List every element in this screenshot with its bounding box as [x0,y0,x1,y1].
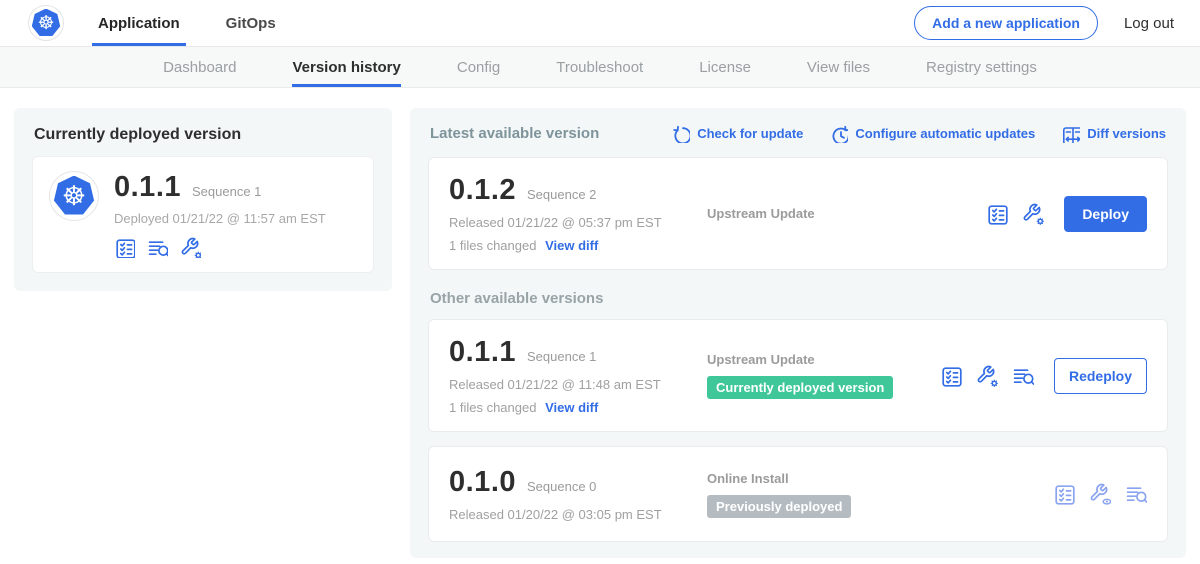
app-nav: Application GitOps [92,0,282,46]
subnav-tab-dashboard[interactable]: Dashboard [163,47,236,87]
version-row-0-1-2: 0.1.2 Sequence 2 Released 01/21/22 @ 05:… [428,157,1168,270]
version-number: 0.1.2 [449,174,516,207]
app-header: ☸ Application GitOps Add a new applicati… [0,0,1200,47]
view-diff-link[interactable]: View diff [545,400,598,415]
version-source-label: Upstream Update [707,352,940,367]
files-changed-label: 1 files changed [449,400,536,415]
preflight-checklist-icon[interactable] [986,203,1008,225]
split-diff-icon [1061,124,1080,143]
latest-available-header: Latest available version Check for updat… [430,124,1166,143]
currently-deployed-panel: Currently deployed version ☸ 0.1.1 Seque… [14,108,392,291]
deployed-version-info: 0.1.1 Sequence 1 Deployed 01/21/22 @ 11:… [114,171,326,258]
deployed-version-number: 0.1.1 [114,171,181,204]
subnav-tab-registry-settings[interactable]: Registry settings [926,47,1037,87]
deploy-logs-icon[interactable] [147,237,168,258]
latest-available-title: Latest available version [430,125,599,142]
kubernetes-app-icon: ☸ [49,171,99,221]
deploy-button[interactable]: Deploy [1064,196,1147,232]
sequence-label: Sequence 0 [527,479,596,494]
preflight-checklist-icon[interactable] [1053,483,1075,505]
edit-config-icon[interactable] [180,237,201,258]
main-content: Currently deployed version ☸ 0.1.1 Seque… [0,88,1200,564]
deploy-logs-icon[interactable] [1125,483,1147,505]
redeploy-button[interactable]: Redeploy [1054,358,1147,394]
configure-automatic-updates-link[interactable]: Configure automatic updates [829,124,1035,143]
deployed-sequence-label: Sequence 1 [192,184,261,199]
view-config-icon[interactable] [1089,483,1111,505]
version-row-0-1-1: 0.1.1 Sequence 1 Released 01/21/22 @ 11:… [428,319,1168,432]
released-timestamp: Released 01/21/22 @ 05:37 pm EST [449,215,707,230]
currently-deployed-badge: Currently deployed version [707,376,893,399]
preflight-checklist-icon[interactable] [114,237,135,258]
diff-versions-link[interactable]: Diff versions [1061,124,1166,143]
other-available-title: Other available versions [430,290,1166,307]
currently-deployed-title: Currently deployed version [34,126,372,144]
refresh-icon [671,124,690,143]
released-timestamp: Released 01/20/22 @ 03:05 pm EST [449,507,707,522]
version-history-panel: Latest available version Check for updat… [410,108,1186,558]
tab-application[interactable]: Application [92,0,186,46]
header-actions: Add a new application Log out [914,0,1174,46]
logout-button[interactable]: Log out [1124,15,1174,32]
version-row-0-1-0: 0.1.0 Sequence 0 Released 01/20/22 @ 03:… [428,446,1168,542]
app-subnav: Dashboard Version history Config Trouble… [0,47,1200,88]
deploy-logs-icon[interactable] [1012,365,1034,387]
released-timestamp: Released 01/21/22 @ 11:48 am EST [449,377,707,392]
check-for-update-link[interactable]: Check for update [671,124,803,143]
kubernetes-logo: ☸ [28,5,64,41]
edit-config-icon[interactable] [1022,203,1044,225]
previously-deployed-badge: Previously deployed [707,495,851,518]
add-application-button[interactable]: Add a new application [914,6,1098,40]
subnav-tab-troubleshoot[interactable]: Troubleshoot [556,47,643,87]
sequence-label: Sequence 1 [527,349,596,364]
version-number: 0.1.0 [449,466,516,499]
edit-config-icon[interactable] [976,365,998,387]
preflight-checklist-icon[interactable] [940,365,962,387]
version-actions: Check for update Configure automatic upd… [671,124,1166,143]
tab-gitops[interactable]: GitOps [220,0,282,46]
files-changed-label: 1 files changed [449,238,536,253]
version-source-label: Online Install [707,471,1053,486]
version-number: 0.1.1 [449,336,516,369]
currently-deployed-card: ☸ 0.1.1 Sequence 1 Deployed 01/21/22 @ 1… [32,156,374,273]
clock-refresh-icon [829,124,848,143]
subnav-tab-version-history[interactable]: Version history [292,47,400,87]
subnav-tab-view-files[interactable]: View files [807,47,870,87]
subnav-tab-license[interactable]: License [699,47,751,87]
view-diff-link[interactable]: View diff [545,238,598,253]
version-source-label: Upstream Update [707,206,986,221]
sequence-label: Sequence 2 [527,187,596,202]
subnav-tab-config[interactable]: Config [457,47,500,87]
deployed-timestamp: Deployed 01/21/22 @ 11:57 am EST [114,211,326,226]
